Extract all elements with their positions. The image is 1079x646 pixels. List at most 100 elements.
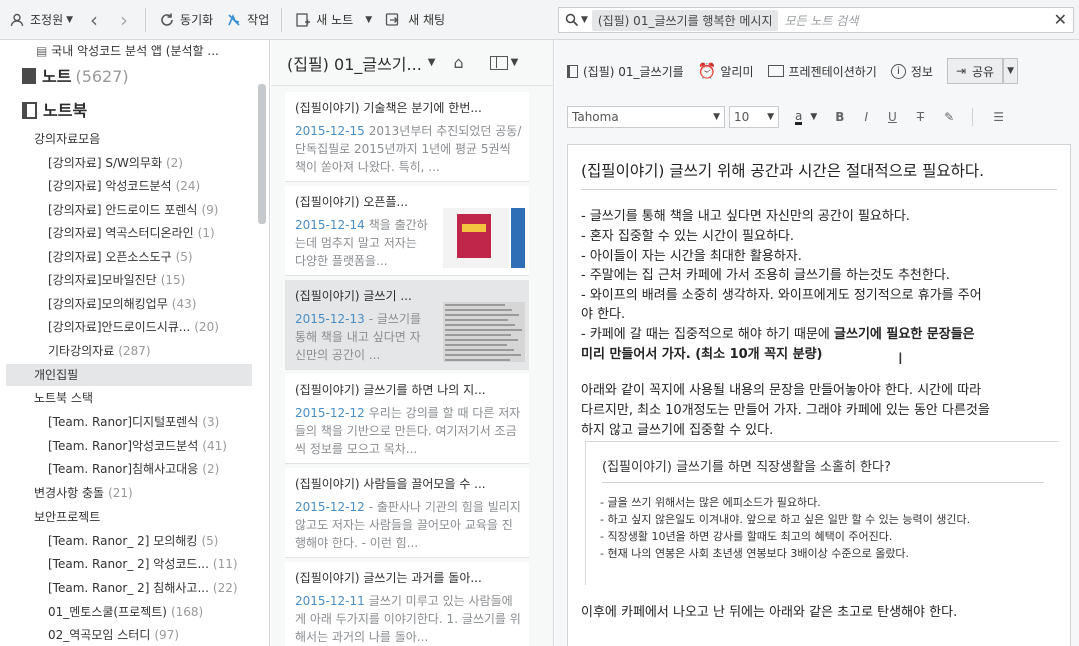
share-icon: ⇥ (955, 64, 966, 78)
new-note-button[interactable]: 새 노트 ▼ (288, 0, 378, 40)
note-list-item[interactable]: (집필이야기) 글쓰기는 과거를 돌아... 2015-12-11 글쓰기 미루고 … (285, 562, 529, 646)
sidebar-item-count: (22) (212, 581, 238, 595)
sidebar-item-notebook[interactable]: [강의자료] 안드로이드 포렌식 (9) (48, 199, 250, 221)
search-icon[interactable] (563, 11, 581, 29)
share-button[interactable]: ⇥ 공유 (946, 58, 1004, 84)
note-item-snippet: 2015-12-13- 글쓰기를 통해 책을 내고 싶다면 자신만의 공간이 .… (285, 310, 435, 364)
info-button[interactable]: i 정보 (890, 63, 933, 80)
note-item-snippet: 2015-12-12- 출판사나 기관의 힘을 빌리지 않고도 저자는 사람들을… (285, 498, 529, 552)
note-list-item[interactable]: (집필이야기) 글쓰기 ... 2015-12-13- 글쓰기를 통해 책을 내고… (285, 280, 529, 370)
sidebar-item-notebook[interactable]: [Team. Ranor_ 2] 모의해킹 (5) (48, 530, 250, 552)
embedded-note-line: - 직장생활 10년을 하면 강사를 할때도 최고의 혜택이 주어진다. (600, 530, 893, 543)
note-item-title: (집필이야기) 글쓰기는 과거를 돌아... (295, 571, 482, 585)
chevron-left-icon: ‹ (90, 7, 99, 32)
title-divider (581, 189, 1057, 190)
sidebar-item-notebook[interactable]: 01_멘토스쿨(프로젝트) (168) (48, 601, 250, 623)
chevron-down-icon[interactable]: ▼ (365, 15, 372, 25)
italic-button[interactable]: I (864, 110, 868, 124)
sidebar-item-notebooks[interactable]: 노트북 (22, 96, 262, 126)
highlighter-icon[interactable]: ✎ (944, 110, 954, 124)
strikethrough-button[interactable]: T (917, 110, 924, 124)
sidebar-item-notebook[interactable]: 노트북 스택 (34, 387, 250, 409)
bold-button[interactable]: B (835, 110, 844, 124)
sidebar: ▤ 국내 악성코드 분석 앱 (분석할 ... 노트 (5627) 노트북 강의자… (0, 40, 270, 646)
embedded-note-card[interactable]: (집필이야기) 글쓰기를 하면 직장생활을 소홀히 한다? - 글을 쓰기 위해… (585, 441, 1059, 585)
chevron-down-icon[interactable]: ▼ (1003, 58, 1019, 84)
text-color-button[interactable]: a (795, 110, 803, 125)
new-chat-button[interactable]: 새 채팅 (378, 0, 451, 40)
sidebar-item-label: [Team. Ranor_ 2] 모의해킹 (48, 534, 198, 548)
sidebar-item-notebook[interactable]: [강의자료]모바일진단 (15) (48, 269, 250, 291)
search-box[interactable]: ▼ (집필) 01_글쓰기를 행복한 메시지 모든 노트 검색 ✕ (558, 7, 1074, 33)
chevron-down-icon: ▼ (713, 112, 720, 122)
new-note-icon (294, 11, 312, 29)
embedded-note-divider (602, 482, 1044, 483)
note-list-item[interactable]: (집필이야기) 사람들을 끌어모을 수 ... 2015-12-12- 출판사나 … (285, 468, 529, 558)
sidebar-item-notebook[interactable]: [강의자료] 악성코드분석 (24) (48, 175, 250, 197)
font-size-select[interactable]: 10 ▼ (729, 106, 779, 128)
bullet-list-icon[interactable]: ☰ (993, 110, 1004, 124)
sidebar-item-count: (21) (108, 486, 133, 500)
sidebar-item-notebook[interactable]: 기타강의자료 (287) (48, 340, 250, 362)
sidebar-item-label: 기타강의자료 (48, 344, 115, 358)
note-list-item[interactable]: (집필이야기) 글쓰기를 하면 나의 지... 2015-12-12 우리는 강의를… (285, 374, 529, 464)
note-editor: (집필) 01_글쓰기를 ⏰ 알리미 프레젠테이션하기 i 정보 ⇥ 공유 ▼ … (555, 40, 1079, 646)
close-icon[interactable]: ✕ (1054, 10, 1067, 29)
sidebar-item-notebook[interactable]: [Team. Ranor]디지털포렌식 (3) (48, 411, 250, 433)
sidebar-item-notebook[interactable]: 변경사항 충돌 (21) (34, 482, 250, 504)
notebook-selector[interactable]: (집필) 01_글쓰기를 (567, 63, 684, 80)
reminder-button[interactable]: ⏰ 알리미 (698, 62, 754, 80)
body-bold-text: 미리 만들어서 가자. (최소 10개 꼭지 분량) (581, 347, 823, 362)
presentation-button[interactable]: 프레젠테이션하기 (767, 63, 877, 80)
search-scope-dropdown[interactable]: ▼ (581, 15, 588, 25)
sidebar-item-label: [Team. Ranor]디지털포렌식 (48, 415, 199, 429)
presentation-label: 프레젠테이션하기 (788, 64, 877, 79)
sidebar-item-notebook[interactable]: [강의자료]모의해킹업무 (43) (48, 293, 250, 315)
work-button[interactable]: 작업 (219, 0, 275, 40)
note-item-snippet: 2015-12-15 2013년부터 추진되었던 공동/단독집필로 2015년까지… (285, 122, 529, 176)
sidebar-item-notebook[interactable]: [Team. Ranor_ 2] 악성코드... (11) (48, 553, 250, 575)
sidebar-item-notebook[interactable]: 강의자료모음 (34, 128, 250, 150)
new-chat-label: 새 채팅 (408, 13, 446, 27)
font-family-select[interactable]: Tahoma ▼ (567, 106, 725, 128)
sidebar-item-notebook[interactable]: 개인집필 (6, 364, 252, 386)
sidebar-item-notebook[interactable]: [강의자료] 역곡스터디온라인 (1) (48, 222, 250, 244)
sync-button[interactable]: 동기화 (152, 0, 219, 40)
sidebar-scrollbar[interactable] (258, 84, 266, 224)
note-title[interactable]: (집필이야기) 글쓰기 위해 공간과 시간은 절대적으로 필요하다. (568, 145, 1070, 189)
underline-button[interactable]: U (888, 110, 897, 124)
search-input[interactable]: 모든 노트 검색 (784, 12, 858, 29)
sidebar-item-label: [Team. Ranor_ 2] 침해사고... (48, 581, 209, 595)
sidebar-item-notebook[interactable]: [Team. Ranor]악성코드분석 (41) (48, 435, 250, 457)
chevron-down-icon[interactable]: ▼ (428, 57, 436, 68)
notebook-share-icon[interactable]: ⌂ (454, 53, 464, 72)
account-button[interactable]: 조정원 ▼ (0, 0, 79, 40)
sidebar-item-notebook[interactable]: [강의자료]안드로이드시큐... (20) (48, 316, 250, 338)
sidebar-item-notes[interactable]: 노트 (5627) (22, 62, 262, 92)
back-button[interactable]: ‹ (79, 0, 109, 40)
sidebar-item-notebook[interactable]: [강의자료] S/W의무화 (2) (48, 152, 250, 174)
sidebar-item-notebook[interactable]: [Team. Ranor_ 2] 침해사고... (22) (48, 577, 250, 599)
info-label: 정보 (910, 64, 933, 79)
search-notebook-chip[interactable]: (집필) 01_글쓰기를 행복한 메시지 (591, 9, 779, 31)
notebook-title[interactable]: (집필) 01_글쓰기... (287, 51, 422, 75)
note-list-item[interactable]: (집필이야기) 기술책은 분기에 한번... 2015-12-15 2013년부터 … (285, 92, 529, 182)
sidebar-item-count: (5627) (75, 67, 129, 86)
notes-icon (22, 68, 36, 84)
presentation-icon (767, 65, 784, 77)
forward-button[interactable]: › (109, 0, 139, 40)
view-options-icon[interactable] (489, 55, 508, 70)
chevron-down-icon[interactable]: ▼ (511, 57, 519, 68)
note-item-title: (집필이야기) 기술책은 분기에 한번... (295, 101, 482, 115)
note-list-item[interactable]: (집필이야기) 오픈플... 2015-12-14 책을 출간하는데 멈추지 말고 … (285, 186, 529, 276)
sidebar-item-notebook[interactable]: 보안프로젝트 (34, 506, 250, 528)
chevron-down-icon[interactable]: ▼ (810, 112, 817, 122)
sidebar-item-notebook[interactable]: 02_역곡모임 스터디 (97) (48, 624, 250, 646)
note-content[interactable]: (집필이야기) 글쓰기 위해 공간과 시간은 절대적으로 필요하다. - 글쓰기… (567, 144, 1071, 646)
sidebar-item-notebook[interactable]: [Team. Ranor]침해사고대응 (2) (48, 458, 250, 480)
sidebar-item-count: (2) (165, 156, 183, 170)
note-item-date: 2015-12-13 (295, 312, 365, 326)
info-icon: i (890, 63, 906, 79)
sidebar-item-top[interactable]: ▤ 국내 악성코드 분석 앱 (분석할 ... (36, 40, 256, 62)
sidebar-item-notebook[interactable]: [강의자료] 오픈소스도구 (5) (48, 246, 250, 268)
